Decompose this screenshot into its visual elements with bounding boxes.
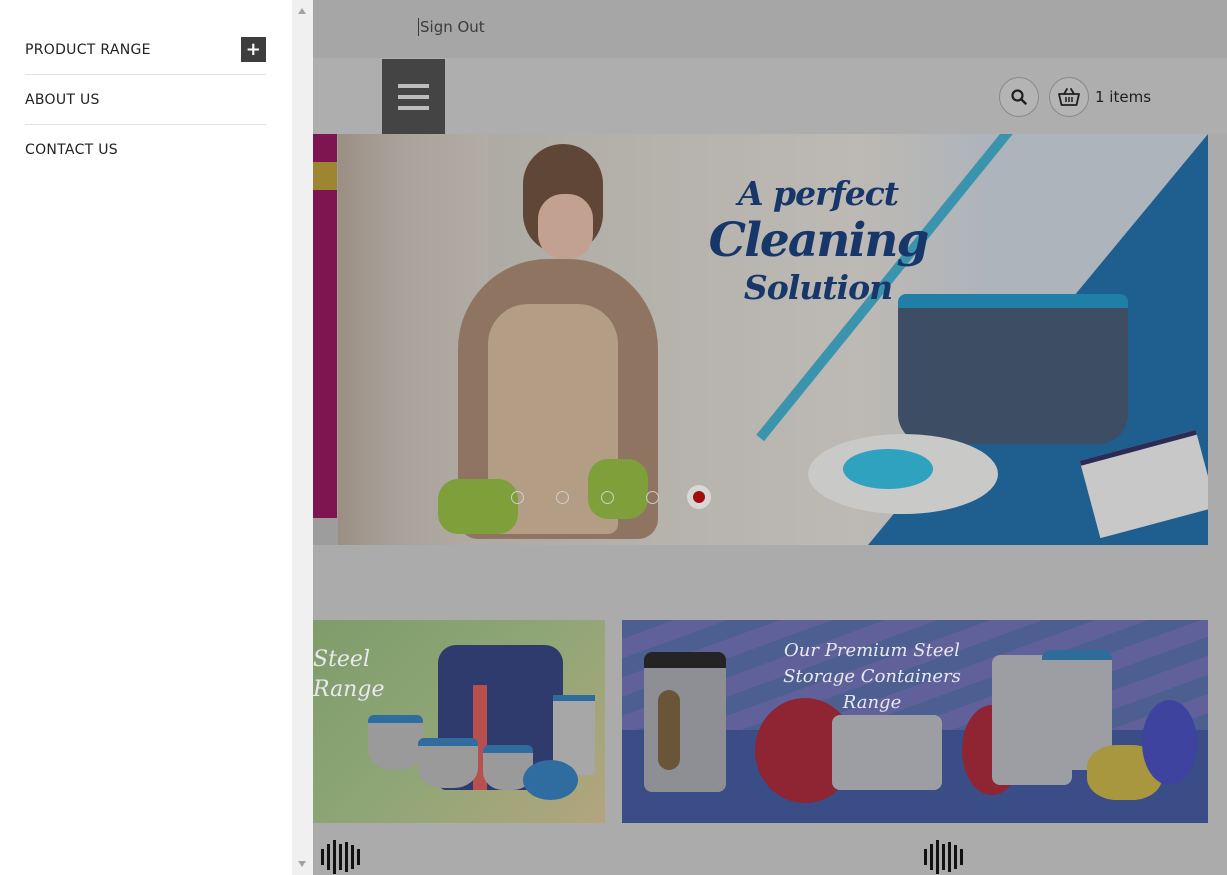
drawer-scrollbar[interactable] bbox=[292, 0, 313, 875]
slider-dot[interactable] bbox=[511, 490, 524, 504]
scroll-down-arrow-icon[interactable] bbox=[298, 861, 306, 867]
hero-slider[interactable]: A perfect Cleaning Solution bbox=[313, 134, 1208, 545]
side-navigation-drawer: PRODUCT RANGE + ABOUT US CONTACT US bbox=[0, 0, 292, 875]
nav-item-label[interactable]: CONTACT US bbox=[25, 142, 118, 158]
steel-container-image bbox=[832, 715, 942, 790]
slider-dot[interactable] bbox=[556, 490, 569, 504]
basket-icon bbox=[1058, 88, 1080, 106]
lunch-box-banner-title: Steel Range bbox=[313, 647, 385, 702]
hamburger-menu-button[interactable] bbox=[382, 59, 445, 134]
cart-button[interactable] bbox=[1049, 77, 1089, 117]
slider-dots bbox=[511, 485, 711, 509]
steel-jar-image bbox=[644, 652, 726, 792]
cart-count[interactable]: 1 items bbox=[1095, 88, 1151, 106]
search-icon bbox=[1011, 89, 1027, 105]
nav-item-label[interactable]: ABOUT US bbox=[25, 92, 100, 108]
storage-containers-banner[interactable]: Our Premium Steel Storage Containers Ran… bbox=[622, 620, 1208, 823]
hero-slide-cleaning[interactable]: A perfect Cleaning Solution bbox=[338, 134, 1208, 545]
nav-item-label[interactable]: PRODUCT RANGE bbox=[25, 42, 151, 58]
slider-dot[interactable] bbox=[601, 490, 614, 504]
nav-item-about-us[interactable]: ABOUT US bbox=[25, 75, 266, 125]
hamburger-icon bbox=[398, 83, 429, 88]
nav-item-product-range[interactable]: PRODUCT RANGE + bbox=[25, 25, 266, 75]
mop-bucket-image bbox=[898, 294, 1128, 444]
plus-icon[interactable]: + bbox=[241, 37, 266, 62]
hero-headline: A perfect Cleaning Solution bbox=[708, 174, 930, 307]
search-button[interactable] bbox=[999, 77, 1039, 117]
storage-banner-title: Our Premium Steel Storage Containers Ran… bbox=[783, 640, 961, 713]
scroll-up-arrow-icon[interactable] bbox=[298, 8, 306, 14]
loading-bars-icon bbox=[924, 840, 963, 874]
previous-slide-peek bbox=[313, 134, 337, 518]
nav-item-contact-us[interactable]: CONTACT US bbox=[25, 125, 266, 175]
slider-dot[interactable] bbox=[646, 490, 659, 504]
slider-dot-active[interactable] bbox=[687, 485, 711, 509]
loading-bars-icon bbox=[321, 840, 360, 874]
sign-out-link[interactable]: Sign Out bbox=[418, 18, 485, 36]
lunch-box-range-banner[interactable]: Steel Range bbox=[313, 620, 605, 823]
